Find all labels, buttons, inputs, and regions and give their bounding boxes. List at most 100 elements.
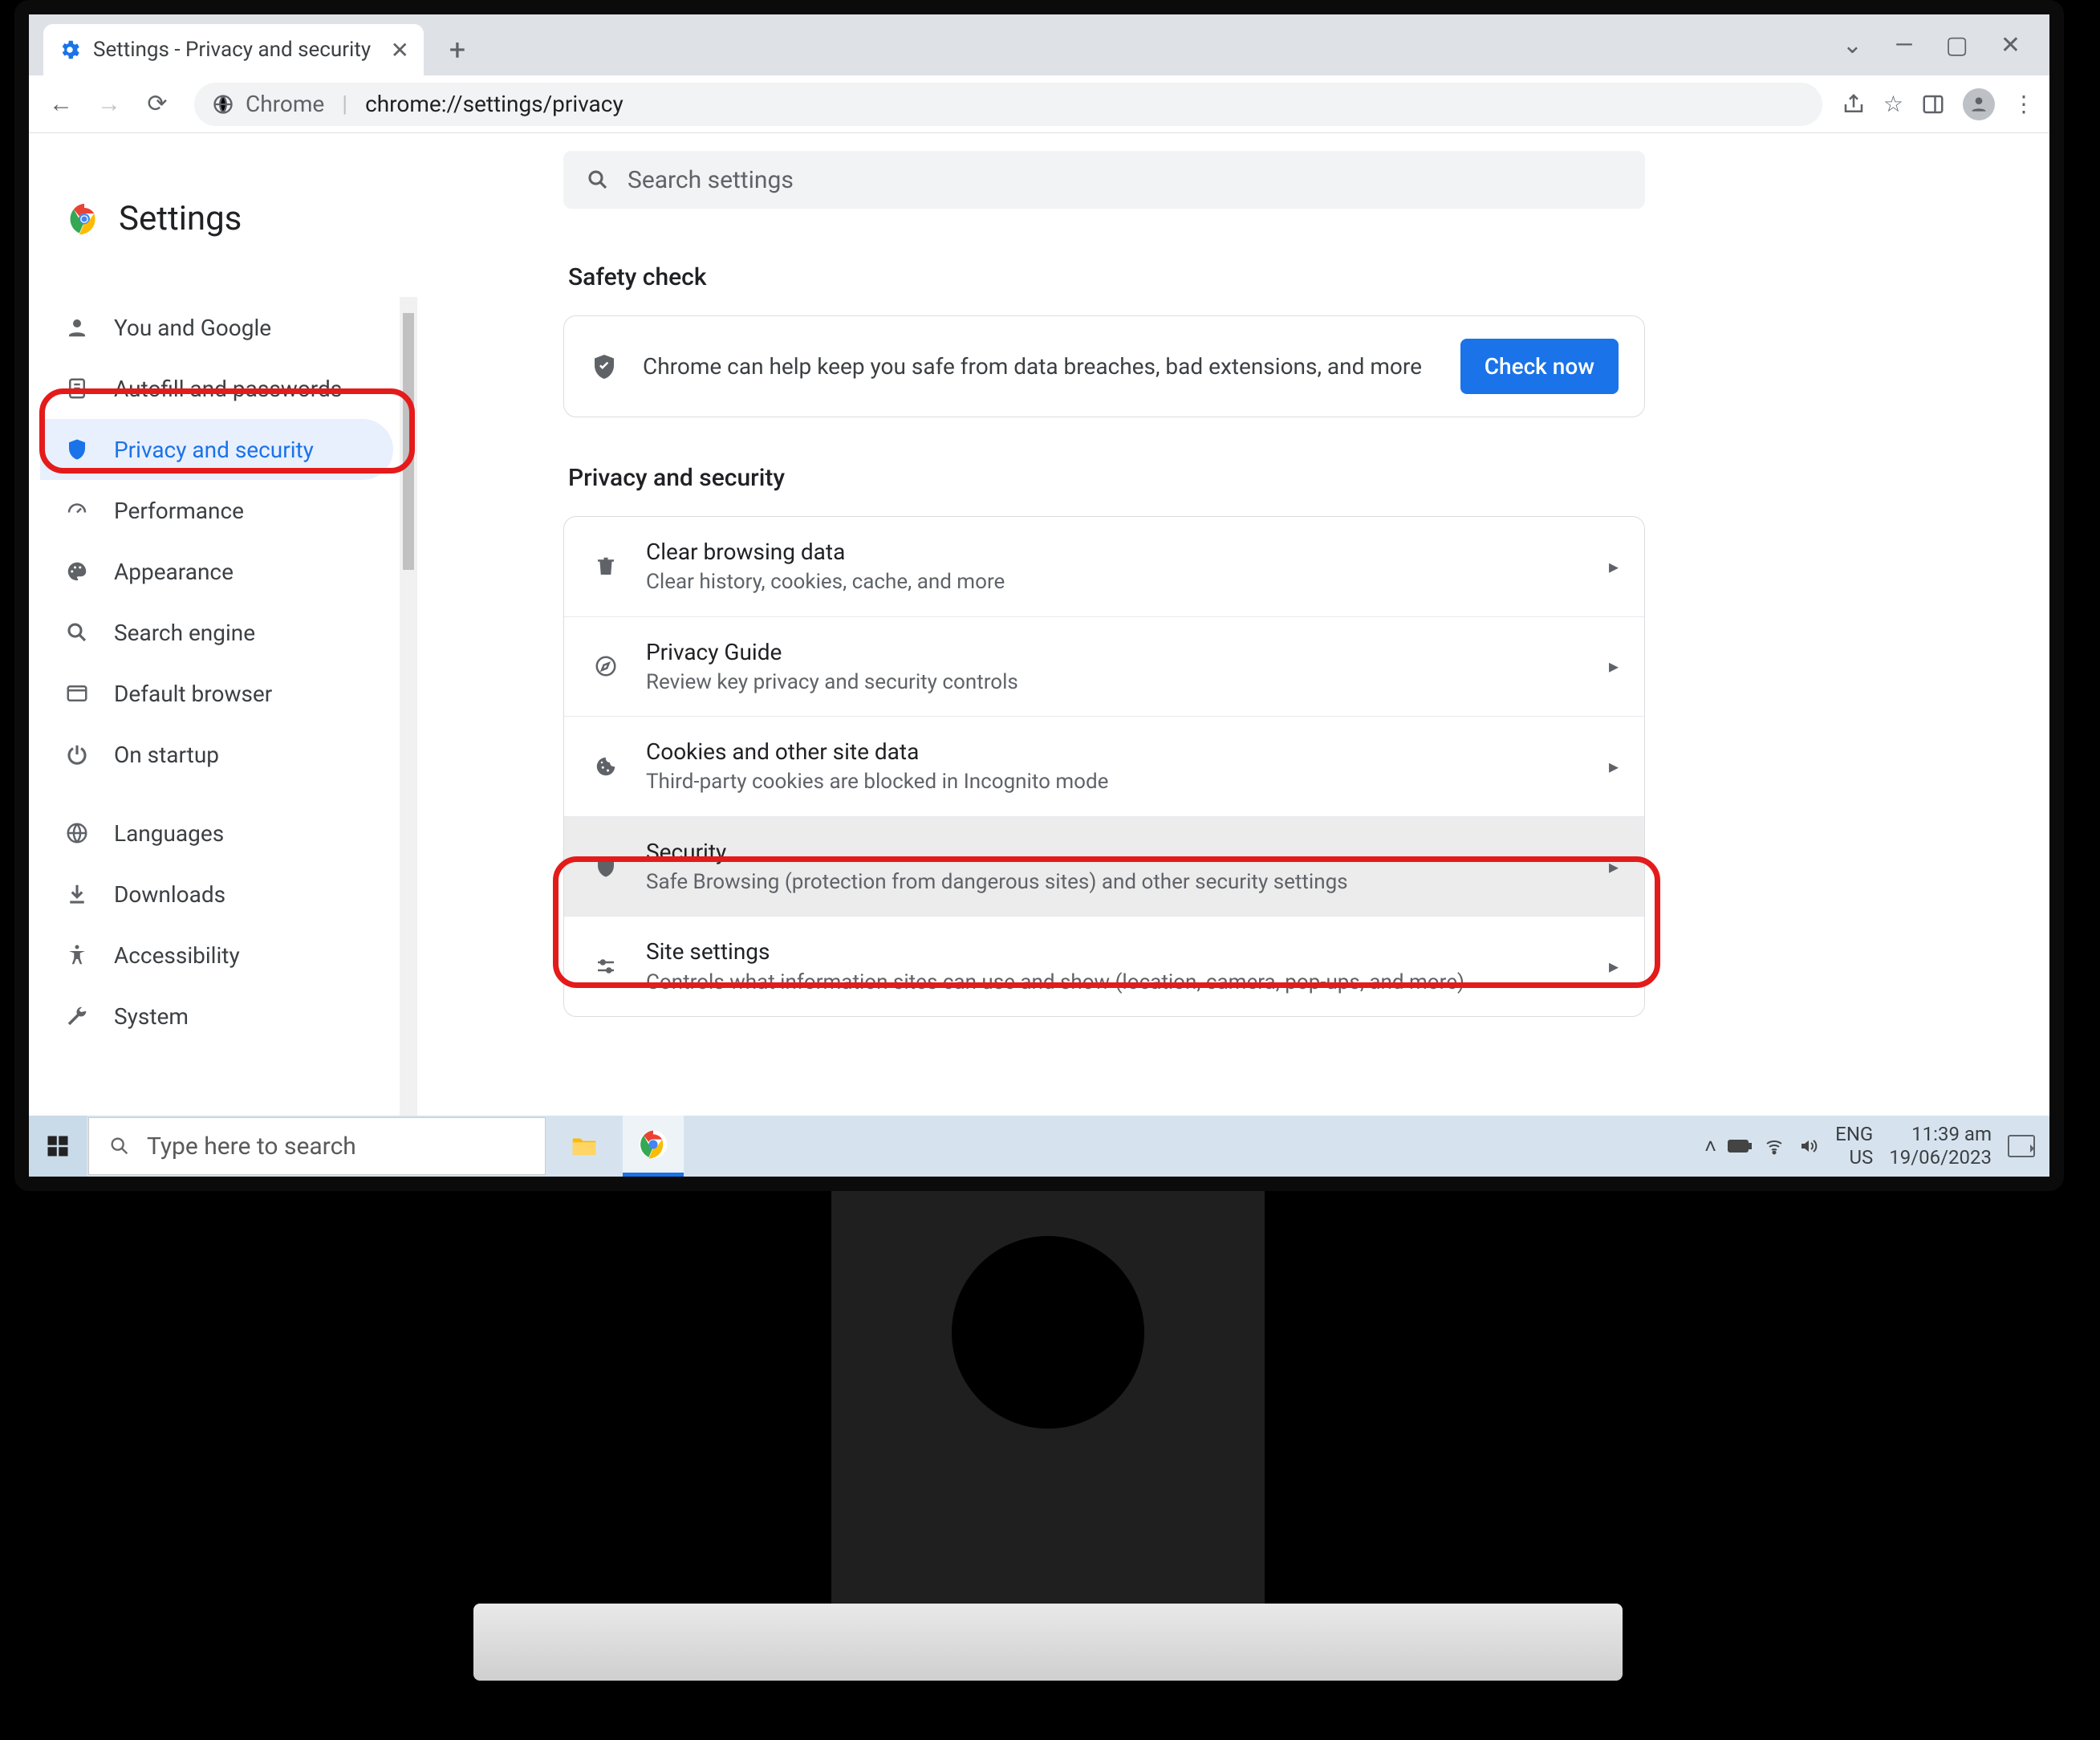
sidebar-item-label: Autofill and passwords [114,376,342,402]
sidebar-item-system[interactable]: System [40,986,393,1047]
settings-icon [58,38,82,62]
notifications-icon[interactable] [2008,1135,2035,1157]
sidebar-item-downloads[interactable]: Downloads [40,864,393,925]
search-placeholder: Search settings [628,166,794,194]
minimize-button[interactable]: — [1895,31,1913,59]
security-icon [590,855,622,879]
tray-expand-icon[interactable]: ˄ [1704,1134,1716,1159]
battery-icon[interactable] [1728,1138,1752,1154]
person-icon [63,315,91,339]
wifi-icon[interactable] [1763,1136,1785,1156]
maximize-button[interactable]: ▢ [1946,31,1968,59]
sidebar-item-on-startup[interactable]: On startup [40,724,393,785]
shield-icon [63,437,91,461]
site-info-icon[interactable] [212,93,234,116]
sidebar-item-appearance[interactable]: Appearance [40,541,393,602]
settings-sidebar[interactable]: You and Google Autofill and passwords Pr… [40,297,417,1157]
tab-strip: Settings - Privacy and security ✕ + ⌄ — … [29,14,2049,75]
back-button[interactable]: ← [43,87,79,122]
chevron-right-icon: ▸ [1609,955,1619,978]
settings-main: Search settings Safety check Chrome can … [420,133,2049,1177]
sidebar-item-languages[interactable]: Languages [40,803,393,864]
sidebar-item-label: You and Google [114,315,271,341]
new-tab-button[interactable]: + [435,27,480,72]
chrome-taskbar-icon[interactable] [623,1116,684,1177]
sidebar-item-autofill[interactable]: Autofill and passwords [40,358,393,419]
row-subtitle: Review key privacy and security controls [646,668,1585,697]
safety-check-heading: Safety check [568,263,1645,291]
settings-page: Settings You and Google Autofill and pas… [29,133,2049,1177]
safety-check-card: Chrome can help keep you safe from data … [563,315,1645,417]
sidebar-item-performance[interactable]: Performance [40,480,393,541]
download-icon [63,882,91,906]
sidebar-item-privacy[interactable]: Privacy and security [40,419,393,480]
compass-icon [590,654,622,678]
row-security[interactable]: SecuritySafe Browsing (protection from d… [564,816,1644,917]
speedometer-icon [63,498,91,522]
sidebar-item-label: Downloads [114,881,225,908]
tab-close-button[interactable]: ✕ [391,37,409,63]
row-cookies[interactable]: Cookies and other site dataThird-party c… [564,716,1644,816]
cookie-icon [590,754,622,779]
taskbar-search-placeholder: Type here to search [147,1132,356,1161]
search-icon [108,1135,131,1157]
taskbar-search[interactable]: Type here to search [88,1117,546,1175]
palette-icon [63,559,91,583]
reload-button[interactable]: ⟳ [140,87,175,122]
search-icon [63,620,91,644]
check-now-button[interactable]: Check now [1460,339,1619,394]
share-icon[interactable] [1842,92,1866,116]
row-title: Cookies and other site data [646,736,1585,767]
row-privacy-guide[interactable]: Privacy GuideReview key privacy and secu… [564,616,1644,717]
row-site-settings[interactable]: Site settingsControls what information s… [564,916,1644,1016]
settings-search-input[interactable]: Search settings [563,151,1645,209]
sidebar-item-label: System [114,1003,189,1030]
row-title: Privacy Guide [646,636,1585,668]
sidebar-item-search-engine[interactable]: Search engine [40,602,393,663]
sidebar-item-label: Languages [114,820,224,847]
wrench-icon [63,1004,91,1028]
sidebar-item-you-and-google[interactable]: You and Google [40,297,393,358]
tab-title: Settings - Privacy and security [93,38,371,62]
sidebar-item-default-browser[interactable]: Default browser [40,663,393,724]
chevron-right-icon: ▸ [1609,555,1619,578]
forward-button[interactable]: → [91,87,127,122]
row-subtitle: Safe Browsing (protection from dangerous… [646,868,1585,896]
privacy-card: Clear browsing dataClear history, cookie… [563,516,1645,1017]
sidebar-scrollbar[interactable] [400,297,417,1157]
volume-icon[interactable] [1797,1136,1819,1156]
sidebar-item-label: Performance [114,498,244,524]
shield-check-icon [590,352,619,381]
chevron-right-icon: ▸ [1609,755,1619,778]
system-tray: ˄ ENGUS 11:39 am19/06/2023 [1704,1123,2049,1169]
menu-button[interactable]: ⋮ [2013,91,2035,117]
sidebar-item-label: Search engine [114,620,255,646]
row-title: Site settings [646,936,1585,967]
browser-icon [63,681,91,705]
browser-tab[interactable]: Settings - Privacy and security ✕ [43,24,424,75]
globe-icon [63,821,91,845]
row-subtitle: Clear history, cookies, cache, and more [646,567,1585,596]
trash-icon [590,555,622,579]
url-text: chrome://settings/privacy [365,91,624,117]
row-clear-browsing-data[interactable]: Clear browsing dataClear history, cookie… [564,517,1644,616]
sidebar-item-accessibility[interactable]: Accessibility [40,925,393,986]
bookmark-icon[interactable]: ☆ [1883,91,1903,117]
sliders-icon [590,954,622,978]
safety-check-text: Chrome can help keep you safe from data … [643,353,1436,380]
row-subtitle: Third-party cookies are blocked in Incog… [646,767,1585,796]
sidepanel-icon[interactable] [1921,92,1945,116]
monitor-stand-neck [831,1188,1265,1605]
start-button[interactable] [29,1116,87,1177]
tray-clock[interactable]: 11:39 am19/06/2023 [1889,1123,1992,1169]
row-title: Security [646,836,1585,868]
dropdown-icon[interactable]: ⌄ [1842,31,1862,59]
power-icon [63,742,91,766]
address-bar[interactable]: Chrome | chrome://settings/privacy [194,83,1822,126]
tray-language[interactable]: ENGUS [1835,1123,1873,1169]
file-explorer-icon[interactable] [554,1116,615,1177]
autofill-icon [63,376,91,400]
profile-avatar[interactable] [1963,88,1995,120]
url-scheme: Chrome [246,91,324,117]
close-button[interactable]: ✕ [2000,31,2021,59]
